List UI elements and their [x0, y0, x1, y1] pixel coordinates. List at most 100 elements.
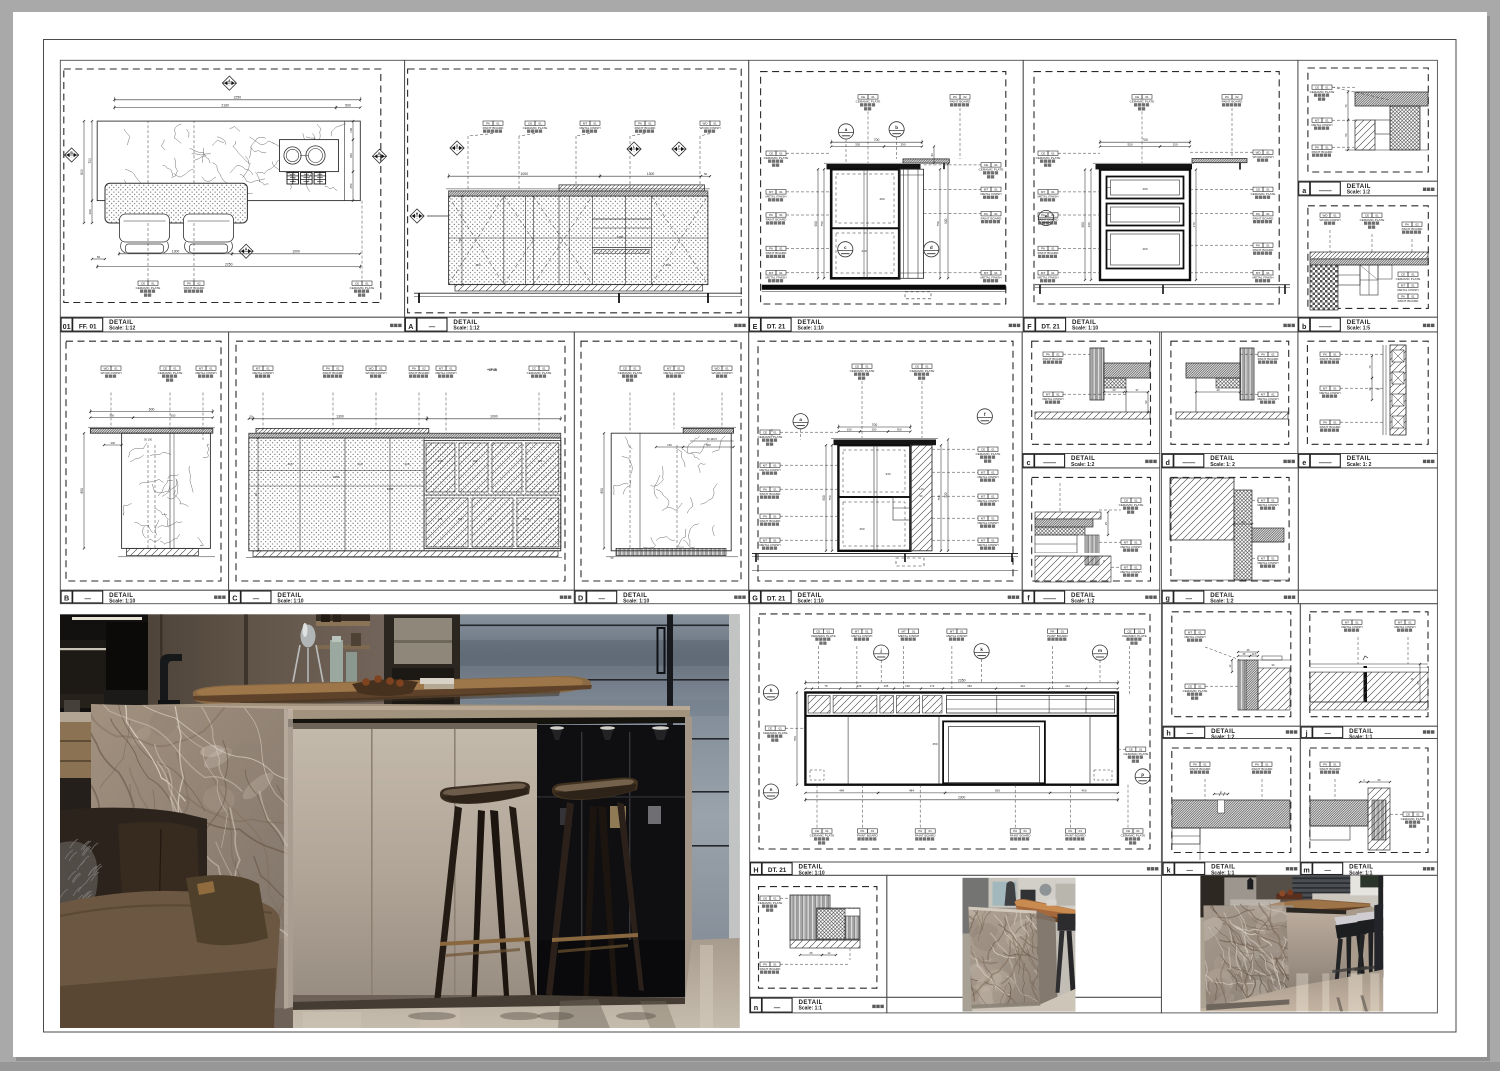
svg-text:PAINT BOARD: PAINT BOARD [1320, 357, 1341, 361]
svg-text:PAINT BOARD: PAINT BOARD [760, 967, 781, 971]
svg-text:CERAMIC PLATE: CERAMIC PLATE [758, 901, 783, 905]
svg-text:MT: MT [1041, 190, 1045, 194]
svg-text:75: 75 [824, 684, 828, 688]
svg-text:PA: PA [1261, 352, 1265, 356]
svg-text:01: 01 [266, 366, 270, 370]
svg-text:Scale: 1:5: Scale: 1:5 [1347, 326, 1371, 332]
svg-text:MT: MT [763, 463, 767, 467]
svg-text:PAINT BOARD: PAINT BOARD [1252, 767, 1273, 771]
svg-text:01: 01 [114, 366, 118, 370]
svg-text:01: 01 [991, 447, 995, 451]
svg-text:MT: MT [981, 494, 985, 498]
svg-text:01: 01 [1056, 392, 1060, 396]
svg-text:CERAMIC PLATE: CERAMIC PLATE [910, 369, 935, 373]
svg-text:MT: MT [583, 121, 587, 125]
svg-text:——: —— [1043, 595, 1056, 602]
svg-text:250: 250 [349, 183, 353, 188]
svg-text:METAL FINISH: METAL FINISH [981, 192, 1002, 196]
svg-text:——: —— [1319, 324, 1332, 331]
svg-text:01: 01 [1355, 620, 1359, 624]
svg-text:CE: CE [355, 281, 359, 285]
svg-text:PA: PA [1323, 762, 1327, 766]
svg-text:105: 105 [884, 684, 889, 688]
svg-text:MT: MT [1345, 620, 1349, 624]
svg-text:02: 02 [422, 366, 426, 370]
svg-text:110: 110 [488, 517, 493, 521]
svg-text:WD: WD [369, 366, 375, 370]
svg-text:CE: CE [1135, 95, 1139, 99]
svg-text:G: G [456, 144, 459, 148]
svg-text:CERAMIC PLATE: CERAMIC PLATE [1130, 100, 1155, 104]
svg-text:490: 490 [1142, 187, 1147, 191]
svg-text:PAINT BOARD: PAINT BOARD [857, 834, 878, 838]
svg-text:01: 01 [538, 121, 542, 125]
svg-text:CE: CE [1124, 498, 1128, 502]
svg-text:k: k [1167, 865, 1171, 874]
svg-text:01: 01 [1134, 498, 1138, 502]
svg-text:PA: PA [861, 829, 865, 833]
svg-text:CE: CE [1406, 812, 1410, 816]
svg-text:PAINT BOARD: PAINT BOARD [1038, 218, 1059, 222]
svg-text:—: — [1186, 595, 1193, 602]
svg-text:01: 01 [1411, 283, 1415, 287]
svg-text:PA: PA [953, 95, 957, 99]
svg-text:01: 01 [496, 121, 500, 125]
svg-text:CE: CE [1041, 151, 1045, 155]
svg-text:01: 01 [1136, 829, 1140, 833]
svg-text:01: 01 [779, 190, 783, 194]
svg-text:484: 484 [909, 789, 914, 793]
svg-text:01: 01 [994, 271, 998, 275]
svg-text:454: 454 [475, 263, 480, 267]
svg-text:--: -- [228, 84, 230, 88]
svg-text:900: 900 [822, 495, 826, 501]
svg-text:PA: PA [1041, 247, 1045, 251]
svg-text:01: 01 [1411, 294, 1415, 298]
svg-text:01: 01 [773, 896, 777, 900]
svg-text:—: — [774, 1005, 781, 1012]
svg-text:CERAMIC PLATE: CERAMIC PLATE [1310, 90, 1335, 94]
svg-text:01: 01 [379, 366, 383, 370]
svg-text:01: 01 [725, 366, 729, 370]
svg-text:01: 01 [1051, 247, 1055, 251]
svg-text:CE: CE [1315, 85, 1319, 89]
svg-text:PAINT BOARD: PAINT BOARD [1312, 150, 1333, 154]
svg-text:MT: MT [981, 538, 985, 542]
svg-text:30: 30 [1368, 387, 1372, 391]
svg-text:METAL FINISH: METAL FINISH [664, 371, 685, 375]
svg-text:900: 900 [80, 169, 84, 175]
svg-text:CE: CE [1126, 829, 1130, 833]
svg-text:01: 01 [1061, 629, 1065, 633]
svg-text:1280: 1280 [617, 235, 624, 239]
svg-text:PA: PA [486, 121, 490, 125]
svg-text:PAINT BOARD: PAINT BOARD [1320, 767, 1341, 771]
svg-text:MT: MT [1261, 556, 1265, 560]
svg-text:01: 01 [991, 516, 995, 520]
svg-text:30 100 5: 30 100 5 [707, 437, 718, 441]
svg-text:——: —— [1043, 460, 1056, 467]
svg-text:01: 01 [1325, 145, 1329, 149]
svg-text:CERAMIC PLATE: CERAMIC PLATE [1251, 192, 1276, 196]
svg-text:METAL FINISH: METAL FINISH [1395, 625, 1416, 629]
svg-text:b: b [895, 125, 898, 130]
svg-text:173: 173 [438, 517, 443, 521]
svg-text:01: 01 [542, 366, 546, 370]
svg-text:METAL FINISH: METAL FINISH [1185, 635, 1206, 639]
svg-text:254: 254 [473, 459, 478, 463]
svg-text:CE: CE [1127, 629, 1131, 633]
svg-text:MT: MT [1124, 540, 1128, 544]
svg-text:PAINT BOARD: PAINT BOARD [1320, 425, 1341, 429]
svg-text:01: 01 [1266, 212, 1270, 216]
svg-text:Scale: 1:12: Scale: 1:12 [453, 326, 479, 332]
svg-text:PA: PA [1256, 243, 1260, 247]
svg-text:MT: MT [855, 629, 859, 633]
svg-text:01: 01 [991, 538, 995, 542]
svg-text:MT: MT [981, 470, 985, 474]
svg-text:METAL FINISH: METAL FINISH [196, 371, 217, 375]
svg-text:—: — [1187, 730, 1194, 737]
svg-text:50: 50 [704, 172, 708, 176]
svg-text:750: 750 [820, 221, 824, 226]
svg-text:MT: MT [769, 271, 773, 275]
svg-text:CE: CE [163, 366, 167, 370]
svg-text:PA: PA [1401, 294, 1405, 298]
svg-text:150: 150 [1172, 142, 1177, 146]
